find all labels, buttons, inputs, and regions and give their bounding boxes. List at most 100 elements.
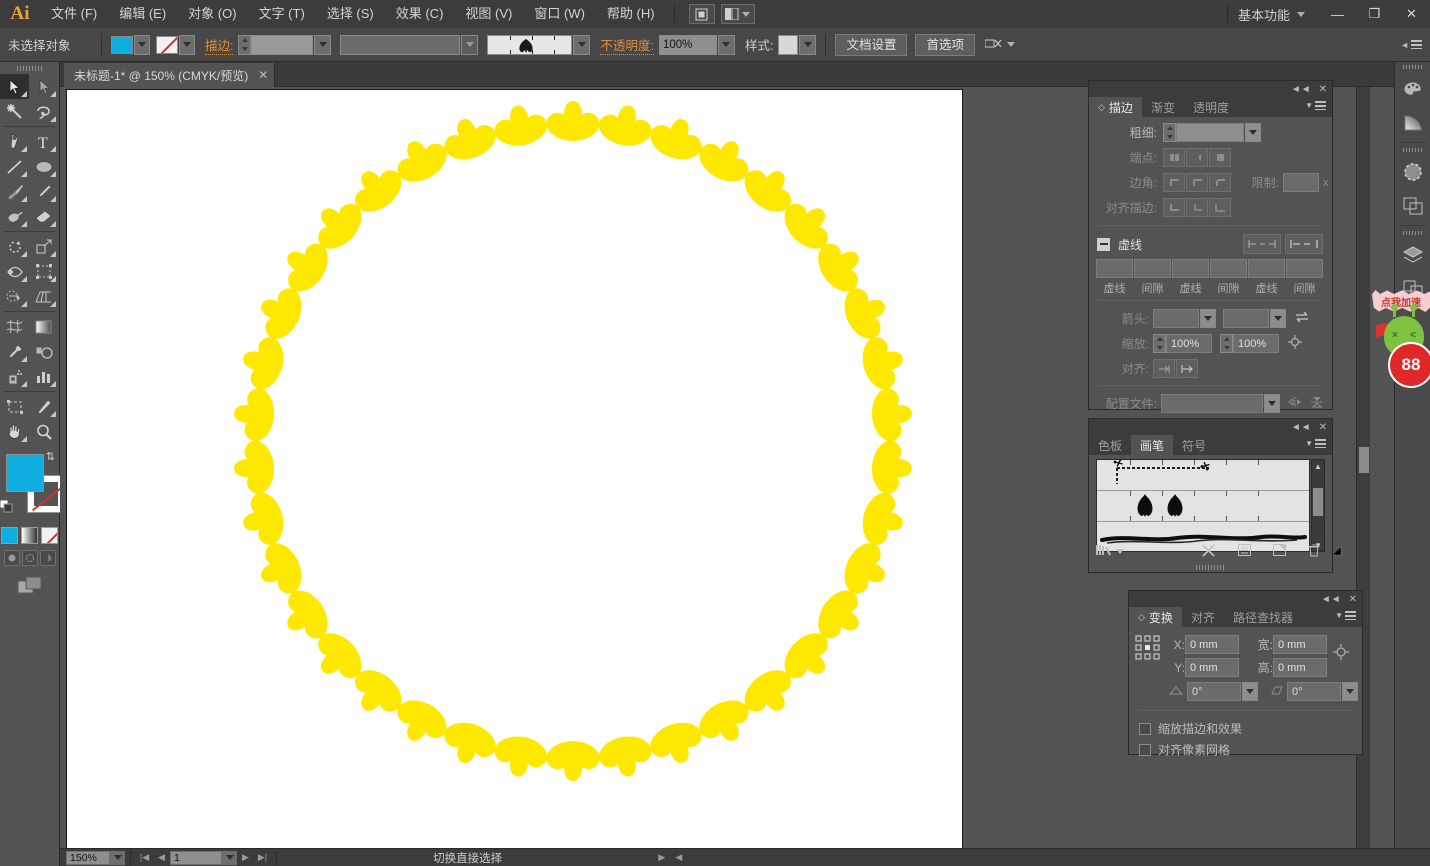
dash-field-2[interactable]	[1172, 259, 1209, 278]
dash-field-3[interactable]	[1248, 259, 1285, 278]
artboard-number-field[interactable]: 1	[170, 851, 222, 865]
options-icon[interactable]	[1238, 544, 1251, 559]
arrow-start-field[interactable]	[1153, 309, 1199, 328]
tab-transform[interactable]: ◇变换	[1129, 607, 1182, 627]
stroke-weight-stepper[interactable]	[238, 35, 251, 55]
tab-transparency[interactable]: 透明度	[1184, 97, 1238, 117]
stroke-swatch-none[interactable]	[156, 36, 178, 54]
arrow-end-dropdown[interactable]	[1270, 309, 1286, 328]
profile-dropdown[interactable]	[1264, 394, 1280, 413]
stroke-panel-icon[interactable]	[1395, 155, 1430, 189]
artboard[interactable]	[66, 89, 963, 848]
tab-symbols[interactable]: 符号	[1173, 435, 1215, 455]
tab-brushes[interactable]: 画笔	[1131, 435, 1173, 455]
menu-view[interactable]: 视图 (V)	[454, 0, 523, 28]
opacity-dropdown[interactable]	[718, 35, 735, 55]
color-swatch-mode-button[interactable]	[1, 527, 18, 544]
none-mode-button[interactable]	[41, 527, 58, 544]
menu-edit[interactable]: 编辑 (E)	[108, 0, 177, 28]
menu-select[interactable]: 选择 (S)	[316, 0, 385, 28]
width-field[interactable]: 0 mm	[1273, 635, 1327, 654]
shear-field[interactable]: 0°	[1287, 682, 1341, 701]
shear-dropdown[interactable]	[1342, 682, 1358, 701]
width-tool[interactable]	[0, 259, 29, 284]
document-setup-button[interactable]: 文档设置	[835, 34, 907, 56]
layers-panel-icon[interactable]	[1395, 238, 1430, 272]
arrow-start-dropdown[interactable]	[1200, 309, 1216, 328]
weight-dropdown[interactable]	[1245, 123, 1261, 142]
panel-resize-grip[interactable]	[1089, 562, 1332, 572]
tab-swatches[interactable]: 色板	[1089, 435, 1131, 455]
panel-menu-button[interactable]: ▼	[1305, 101, 1326, 110]
dash-preserve-exact-button[interactable]	[1243, 234, 1281, 254]
tab-stroke[interactable]: ◇描边	[1089, 97, 1142, 117]
eyedropper-tool[interactable]	[0, 339, 29, 364]
stroke-profile-field[interactable]	[340, 35, 460, 55]
align-outside-button[interactable]	[1209, 198, 1231, 217]
rotate-tool[interactable]	[0, 234, 29, 259]
close-icon[interactable]: ✕	[1349, 594, 1357, 605]
stroke-weight-field[interactable]	[251, 35, 313, 55]
status-text[interactable]: 切换直接选择	[282, 850, 653, 866]
fill-stroke-control[interactable]: ⇅	[0, 448, 59, 523]
arrow-align-tip-button[interactable]	[1153, 359, 1175, 378]
stroke-label[interactable]: 描边:	[205, 35, 233, 55]
brush-definition-preview[interactable]	[487, 35, 572, 55]
reference-point-selector[interactable]	[1135, 635, 1161, 677]
color-panel-icon[interactable]	[1395, 72, 1430, 106]
scale-strokes-row[interactable]: 缩放描边和效果	[1139, 718, 1362, 739]
stroke-weight-dropdown[interactable]	[314, 35, 331, 55]
shape-builder-tool[interactable]	[0, 284, 29, 309]
mesh-tool[interactable]	[0, 314, 29, 339]
status-collapse-button[interactable]: ◀	[670, 850, 687, 866]
opacity-field[interactable]: 100%	[659, 35, 717, 55]
cap-projecting-button[interactable]	[1209, 148, 1231, 167]
brush-item-dashed-scissors[interactable]	[1097, 460, 1309, 491]
rotate-field[interactable]: 0°	[1187, 682, 1241, 701]
swap-fill-stroke-icon[interactable]: ⇅	[46, 450, 55, 463]
brushes-list[interactable]	[1096, 459, 1310, 552]
collapse-icon[interactable]: ◄◄	[1321, 594, 1341, 605]
slice-tool[interactable]	[29, 394, 58, 419]
menu-object[interactable]: 对象 (O)	[177, 0, 247, 28]
symbol-sprayer-tool[interactable]	[0, 364, 29, 389]
draw-normal-button[interactable]	[4, 550, 20, 566]
flip-along-icon[interactable]	[1288, 396, 1302, 411]
type-tool[interactable]: T	[29, 129, 58, 154]
remove-brush-stroke-icon[interactable]	[1202, 544, 1216, 560]
gap-field-2[interactable]	[1210, 259, 1247, 278]
brush-item-three-petal-flower[interactable]	[1097, 491, 1309, 522]
artboard-dropdown[interactable]	[222, 851, 237, 865]
corner-bevel-button[interactable]	[1209, 173, 1231, 192]
scale-start-stepper[interactable]	[1153, 334, 1166, 353]
zoom-level-field[interactable]: 150%	[66, 851, 110, 865]
panel-menu-button[interactable]: ▼	[1305, 439, 1326, 448]
pen-tool[interactable]	[0, 129, 29, 154]
zoom-level-dropdown[interactable]	[110, 851, 125, 865]
magic-wand-tool[interactable]	[0, 99, 29, 124]
x-field[interactable]: 0 mm	[1185, 635, 1239, 654]
gradient-tool[interactable]	[29, 314, 58, 339]
swap-arrows-icon[interactable]	[1295, 311, 1309, 326]
menu-effect[interactable]: 效果 (C)	[385, 0, 455, 28]
scrollbar-thumb[interactable]	[1313, 488, 1323, 516]
cap-butt-button[interactable]	[1163, 148, 1185, 167]
restore-button[interactable]: ❐	[1356, 1, 1393, 27]
dashed-line-checkbox[interactable]	[1097, 238, 1110, 251]
link-arrow-scales-icon[interactable]	[1288, 335, 1302, 352]
weight-stepper[interactable]	[1163, 123, 1176, 142]
scale-end-field[interactable]: 100%	[1233, 334, 1279, 353]
scale-tool[interactable]	[29, 234, 58, 259]
screen-mode-button[interactable]	[0, 576, 59, 594]
collapse-icon[interactable]: ◄◄	[1291, 422, 1311, 433]
align-pixel-grid-row[interactable]: 对齐像素网格	[1139, 739, 1362, 760]
panel-menu-button[interactable]: ▼	[1335, 611, 1356, 620]
menu-help[interactable]: 帮助 (H)	[596, 0, 666, 28]
brush-definition-dropdown[interactable]	[573, 35, 590, 55]
artboard-tool[interactable]	[0, 394, 29, 419]
profile-field[interactable]	[1161, 394, 1263, 413]
draw-inside-button[interactable]	[40, 550, 56, 566]
next-artboard-button[interactable]: ▶	[237, 850, 254, 866]
opacity-label[interactable]: 不透明度:	[600, 35, 653, 55]
pencil-tool[interactable]	[29, 179, 58, 204]
